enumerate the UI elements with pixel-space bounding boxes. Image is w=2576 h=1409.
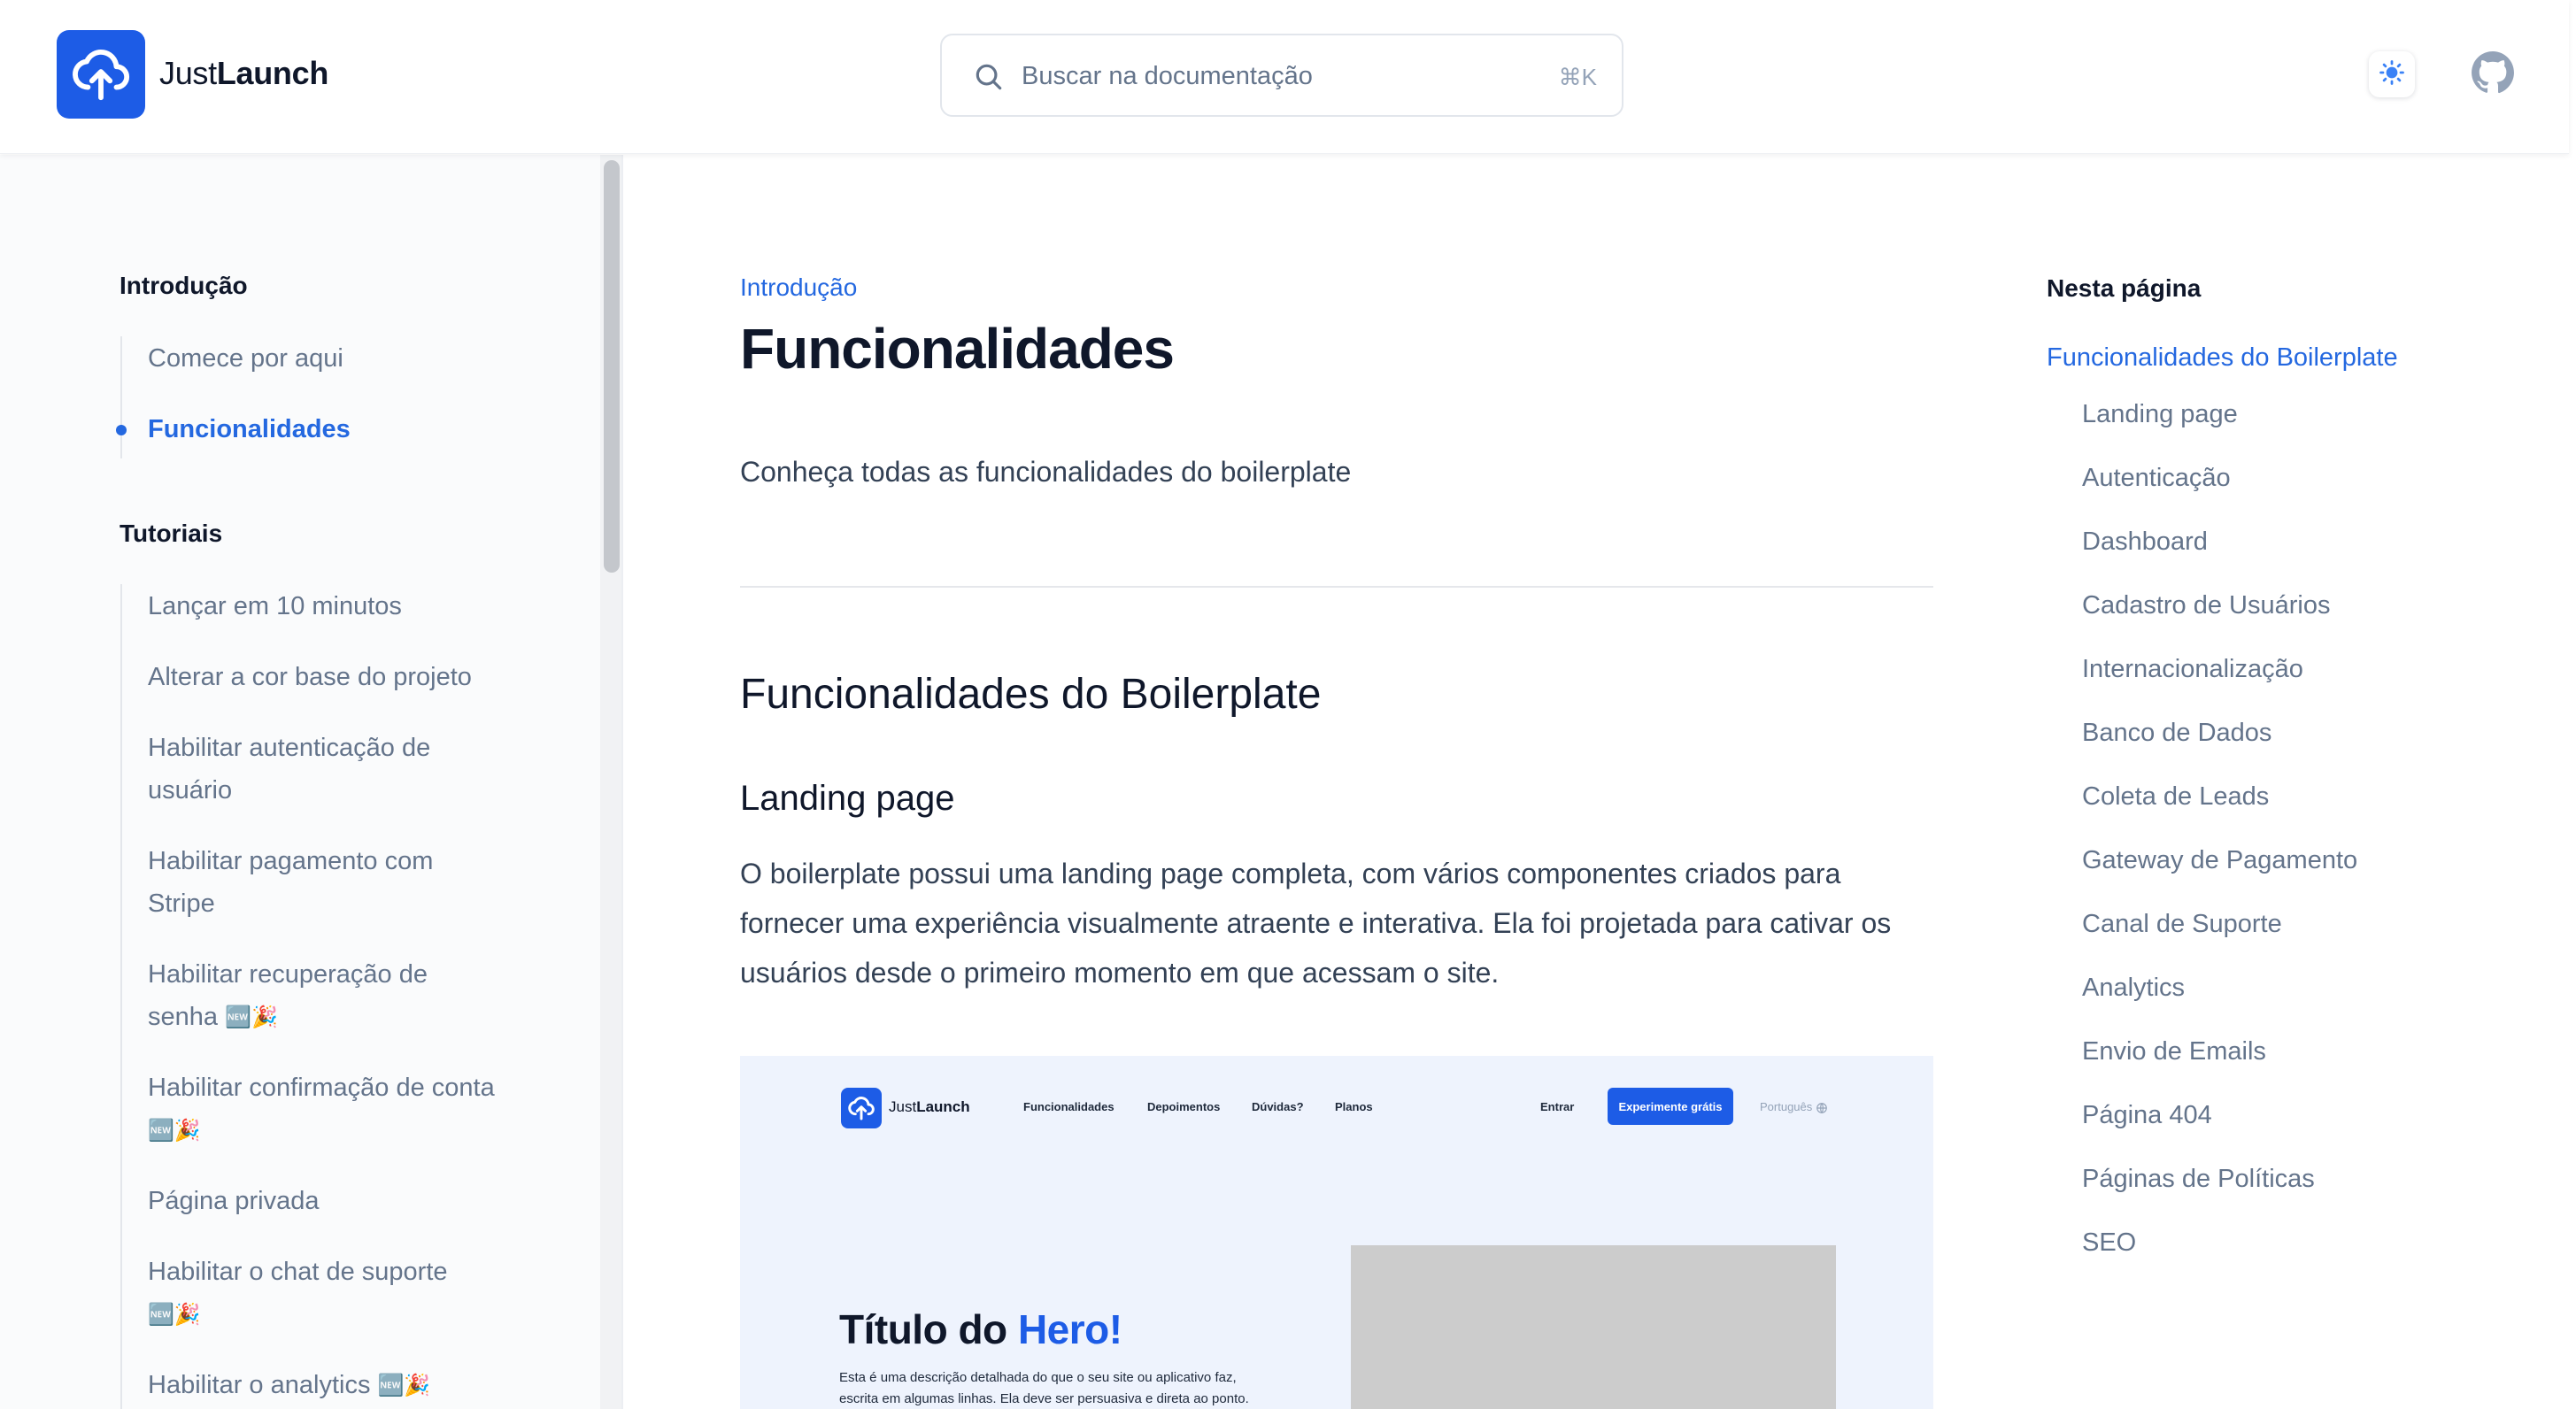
- toc-item-seo[interactable]: SEO: [2082, 1228, 2136, 1258]
- preview-nav-item: Depoimentos: [1147, 1100, 1221, 1113]
- divider: [740, 586, 1933, 588]
- sidebar-item-habilitar-analytics[interactable]: Habilitar o analytics 🆕🎉: [148, 1364, 520, 1407]
- sidebar-item-habilitar-pagamento[interactable]: Habilitar pagamento com Stripe: [148, 840, 502, 925]
- toc-item-canal-suporte[interactable]: Canal de Suporte: [2082, 910, 2282, 939]
- sidebar-scrollbar-thumb[interactable]: [604, 160, 620, 573]
- heading-funcionalidades-boilerplate: Funcionalidades do Boilerplate: [740, 671, 1322, 718]
- new-badge-icon: 🆕🎉: [148, 1119, 201, 1143]
- new-badge-icon: 🆕🎉: [225, 1005, 278, 1030]
- preview-nav-item: Dúvidas?: [1252, 1100, 1304, 1113]
- sidebar-section-rail: [120, 584, 122, 1409]
- search-placeholder: Buscar na documentação: [1022, 62, 1313, 90]
- main-content: Introdução Funcionalidades Conheça todas…: [740, 155, 1933, 1409]
- new-badge-icon: 🆕🎉: [377, 1374, 431, 1398]
- brand-name[interactable]: JustLaunch: [159, 55, 328, 92]
- globe-icon: [1816, 1100, 1828, 1113]
- preview-nav-item: Funcionalidades: [1023, 1100, 1114, 1113]
- preview-hero-title-part1: Título do: [839, 1306, 1018, 1352]
- toc-item-analytics[interactable]: Analytics: [2082, 974, 2185, 1003]
- sidebar-item-alterar-cor-base[interactable]: Alterar a cor base do projeto: [148, 656, 520, 698]
- search-icon: [972, 60, 1006, 98]
- sidebar-item-comece-por-aqui[interactable]: Comece por aqui: [148, 337, 520, 380]
- search-shortcut: ⌘K: [1558, 64, 1597, 90]
- page-title: Funcionalidades: [740, 317, 1175, 381]
- new-badge-icon: 🆕🎉: [148, 1303, 201, 1328]
- github-icon: [2471, 50, 2515, 99]
- toc-item-envio-emails[interactable]: Envio de Emails: [2082, 1037, 2266, 1066]
- sidebar-item-label: Habilitar o analytics: [148, 1371, 371, 1399]
- heading-landing-page: Landing page: [740, 779, 955, 818]
- search-bar[interactable]: Buscar na documentação ⌘K: [940, 34, 1623, 117]
- toc-item-gateway-pagamento[interactable]: Gateway de Pagamento: [2082, 846, 2357, 875]
- toc-item-coleta-leads[interactable]: Coleta de Leads: [2082, 782, 2269, 812]
- section-eyebrow: Introdução: [740, 273, 858, 301]
- toc-item-paginas-politicas[interactable]: Páginas de Políticas: [2082, 1165, 2315, 1194]
- toc-item-landing-page[interactable]: Landing page: [2082, 400, 2238, 429]
- preview-hero-description: Esta é uma descrição detalhada do que o …: [839, 1370, 1249, 1406]
- sidebar-section-rail: [120, 336, 122, 458]
- sidebar-section-title: Tutoriais: [120, 520, 223, 547]
- sidebar-item-lancar-10-minutos[interactable]: Lançar em 10 minutos: [148, 585, 520, 628]
- preview-brand: JustLaunch: [889, 1098, 970, 1116]
- preview-language: Português: [1760, 1100, 1828, 1114]
- docs-sidebar: Introdução Comece por aqui Funcionalidad…: [0, 155, 623, 1409]
- active-indicator-dot: [116, 425, 127, 435]
- sidebar-item-pagina-privada[interactable]: Página privada: [148, 1180, 520, 1222]
- sidebar-item-habilitar-confirmacao[interactable]: Habilitar confirmação de conta 🆕🎉: [148, 1066, 502, 1152]
- github-link[interactable]: [2470, 50, 2516, 99]
- landing-page-paragraph: O boilerplate possui uma landing page co…: [740, 858, 1892, 989]
- preview-hero-image-placeholder: [1351, 1245, 1836, 1409]
- toc-item-funcionalidades-boilerplate[interactable]: Funcionalidades do Boilerplate: [2047, 343, 2398, 373]
- upload-cloud-icon: [841, 1088, 882, 1128]
- toc-item-banco-dados[interactable]: Banco de Dados: [2082, 719, 2271, 748]
- landing-page-preview-image: JustLaunch Funcionalidades Depoimentos D…: [740, 1056, 1933, 1409]
- top-header: JustLaunch Buscar na documentação ⌘K: [0, 0, 2569, 154]
- toc-item-dashboard[interactable]: Dashboard: [2082, 527, 2208, 557]
- upload-cloud-icon[interactable]: [57, 30, 145, 119]
- preview-nav-item: Planos: [1335, 1100, 1373, 1113]
- preview-brand-part1: Just: [889, 1098, 917, 1115]
- sidebar-item-habilitar-chat[interactable]: Habilitar o chat de suporte 🆕🎉: [148, 1251, 502, 1336]
- preview-hero-title-highlight: Hero!: [1017, 1306, 1122, 1352]
- preview-brand-part2: Launch: [916, 1098, 970, 1115]
- sidebar-item-habilitar-autenticacao[interactable]: Habilitar autenticação de usuário: [148, 727, 502, 812]
- page-lead: Conheça todas as funcionalidades do boil…: [740, 456, 1352, 488]
- brand-name-part2: Launch: [216, 55, 329, 91]
- sidebar-item-funcionalidades[interactable]: Funcionalidades: [148, 408, 520, 450]
- sidebar-item-label: Habilitar confirmação de conta: [148, 1074, 495, 1102]
- theme-toggle-button[interactable]: [2369, 51, 2415, 97]
- sun-icon: [2379, 59, 2405, 90]
- sidebar-section-title: Introdução: [120, 272, 248, 299]
- preview-login: Entrar: [1540, 1100, 1575, 1113]
- preview-language-label: Português: [1760, 1100, 1813, 1113]
- toc-item-internacionalizacao[interactable]: Internacionalização: [2082, 655, 2303, 684]
- toc-item-pagina-404[interactable]: Página 404: [2082, 1101, 2212, 1130]
- toc-item-autenticacao[interactable]: Autenticação: [2082, 464, 2231, 493]
- sidebar-item-label: Habilitar o chat de suporte: [148, 1258, 448, 1286]
- toc-heading: Nesta página: [2047, 274, 2202, 302]
- preview-cta-button: Experimente grátis: [1608, 1088, 1733, 1125]
- preview-hero-title: Título do Hero!: [839, 1305, 1122, 1353]
- sidebar-item-habilitar-recuperacao[interactable]: Habilitar recuperação de senha 🆕🎉: [148, 953, 502, 1039]
- brand-name-part1: Just: [159, 55, 217, 91]
- sidebar-item-label: Habilitar recuperação de senha: [148, 960, 428, 1031]
- toc-item-cadastro-usuarios[interactable]: Cadastro de Usuários: [2082, 591, 2330, 620]
